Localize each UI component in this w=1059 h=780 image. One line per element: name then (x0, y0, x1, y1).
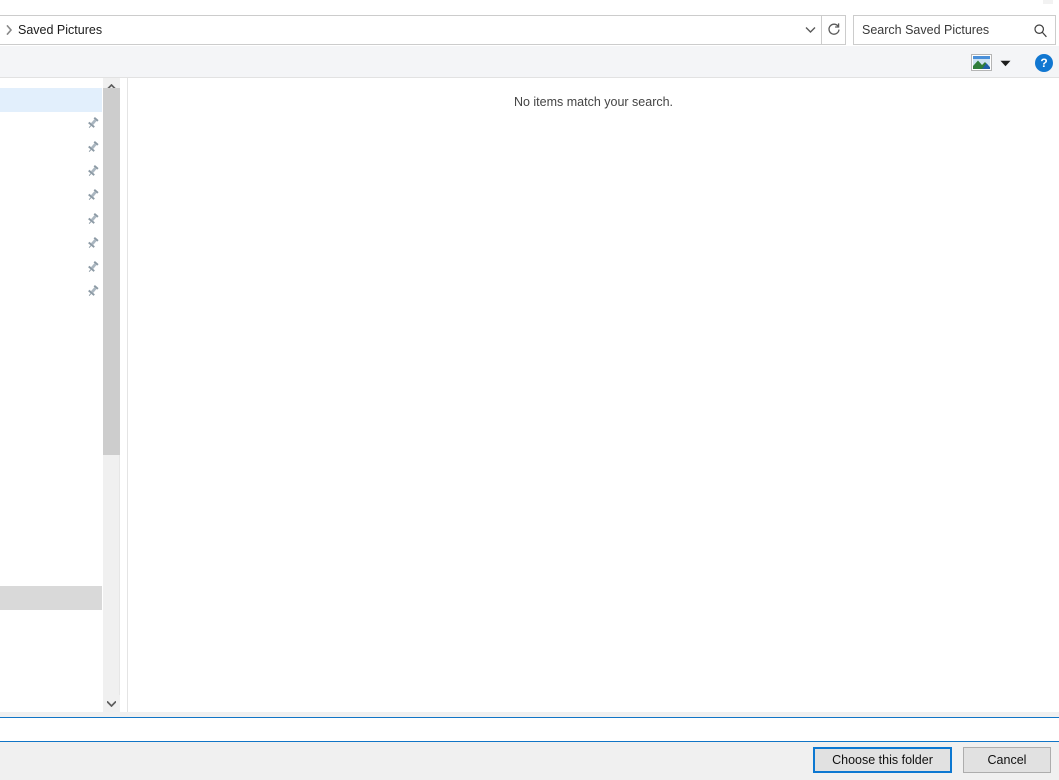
pin-icon[interactable] (86, 140, 100, 154)
pin-icon[interactable] (86, 188, 100, 202)
empty-state-message: No items match your search. (513, 95, 674, 109)
choose-this-folder-button[interactable]: Choose this folder (813, 747, 952, 773)
breadcrumb-chevron-right-icon[interactable] (0, 25, 18, 35)
pin-icon[interactable] (86, 164, 100, 178)
cancel-label: Cancel (987, 753, 1027, 767)
help-button[interactable]: ? (1035, 54, 1053, 72)
file-list-pane[interactable]: No items match your search. (128, 78, 1059, 712)
window-corner-mark (1043, 0, 1053, 4)
navigation-sidebar[interactable] (0, 78, 103, 712)
address-dropdown-chevron-down-icon[interactable] (799, 16, 821, 44)
folder-name-input[interactable] (0, 717, 1059, 742)
toolbar (0, 46, 1059, 78)
refresh-button[interactable] (822, 15, 846, 45)
search-box[interactable]: Search Saved Pictures (853, 15, 1056, 45)
breadcrumb-current-folder[interactable]: Saved Pictures (18, 23, 102, 37)
window-top-strip (0, 0, 1059, 15)
pin-icon[interactable] (86, 260, 100, 274)
scrollbar-thumb[interactable] (103, 88, 120, 455)
view-dropdown-caret-down-icon[interactable] (998, 57, 1012, 69)
pin-icon[interactable] (86, 284, 100, 298)
sidebar-item-9[interactable] (0, 586, 102, 610)
pin-icon[interactable] (86, 212, 100, 226)
cancel-button[interactable]: Cancel (963, 747, 1051, 773)
search-icon[interactable] (1029, 23, 1051, 38)
pin-icon[interactable] (86, 116, 100, 130)
sidebar-item-0[interactable] (0, 88, 102, 112)
help-label: ? (1040, 55, 1048, 70)
scroll-down-chevron-down-icon[interactable] (103, 695, 120, 712)
choose-this-folder-label: Choose this folder (832, 753, 933, 767)
sidebar-scrollbar[interactable] (103, 78, 120, 712)
navigation-bar: Saved Pictures Search Saved Pictures (0, 15, 1059, 45)
refresh-icon (827, 22, 841, 39)
pin-icon[interactable] (86, 236, 100, 250)
picture-view-icon[interactable] (971, 54, 992, 71)
address-bar[interactable]: Saved Pictures (0, 15, 822, 45)
search-input[interactable]: Search Saved Pictures (862, 23, 1029, 37)
